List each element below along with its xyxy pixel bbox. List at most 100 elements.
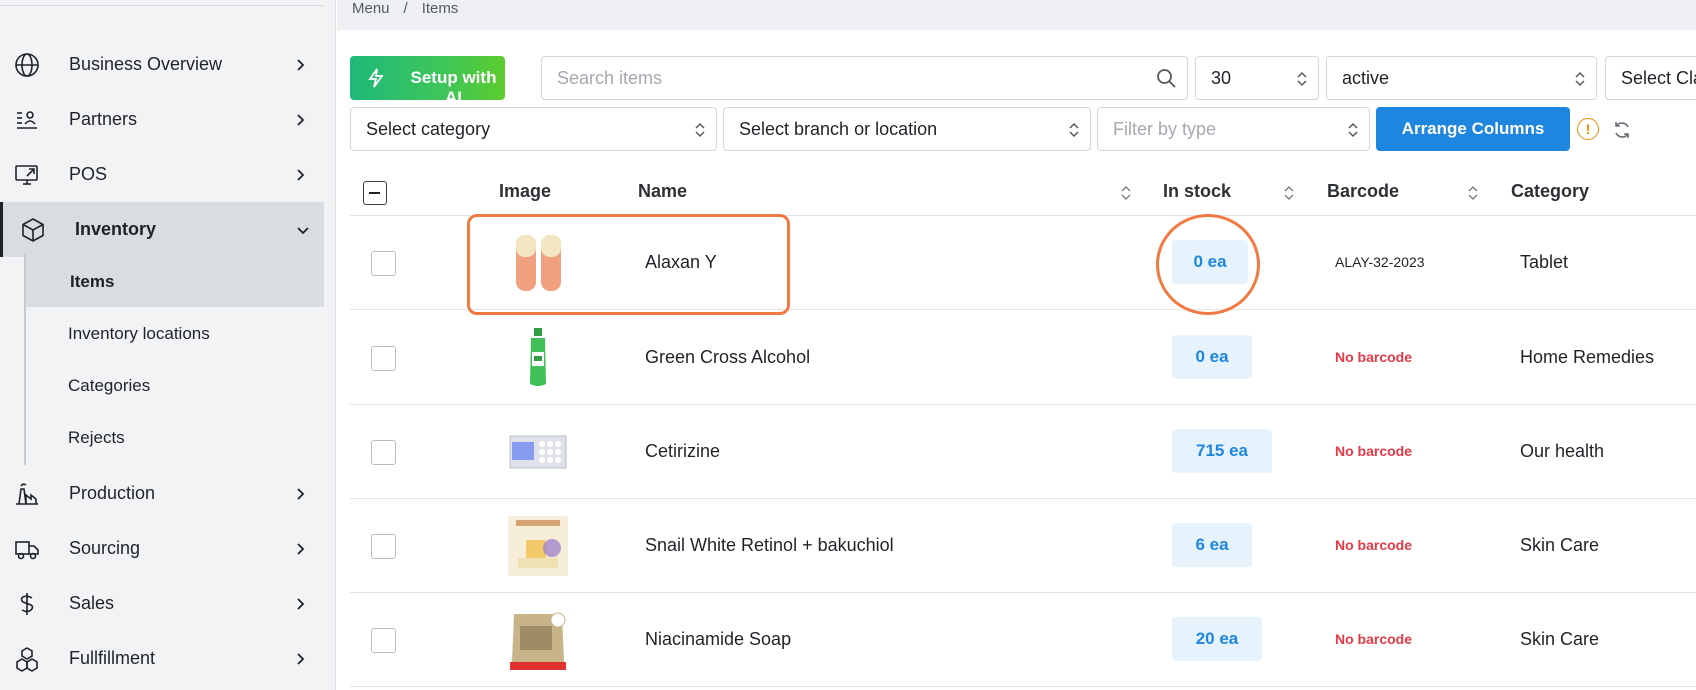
category-value: Skin Care (1520, 629, 1600, 649)
search-icon[interactable] (1156, 68, 1176, 88)
category-select-value: Select category (366, 118, 491, 139)
product-image[interactable] (506, 231, 570, 295)
table-row[interactable]: Green Cross Alcohol 0 ea No barcode Home… (350, 311, 1696, 405)
select-arrows-icon (694, 121, 706, 139)
table-header: Image Name In stock Barcode Category (350, 168, 1696, 216)
dollar-icon (14, 591, 40, 617)
sort-icon[interactable] (1467, 184, 1479, 202)
category-value: Skin Care (1520, 535, 1600, 555)
table-row[interactable]: Alaxan Y 0 ea ALAY-32-2023 Tablet (350, 216, 1696, 310)
item-name[interactable]: Alaxan Y (645, 252, 717, 273)
sidebar-item-fullfillment[interactable]: Fullfillment (0, 631, 324, 686)
product-image[interactable] (506, 608, 570, 672)
product-image[interactable] (506, 326, 570, 390)
sort-icon[interactable] (1283, 184, 1295, 202)
sidebar-subitem-rejects[interactable]: Rejects (26, 413, 324, 463)
row-checkbox[interactable] (371, 628, 396, 653)
sidebar-item-label: Production (69, 483, 156, 503)
select-arrows-icon (1068, 121, 1080, 139)
sidebar-item-label: Sourcing (69, 538, 141, 558)
box-icon (20, 217, 46, 243)
product-image[interactable] (506, 514, 570, 578)
row-checkbox[interactable] (371, 534, 396, 559)
refresh-icon[interactable] (1612, 120, 1632, 140)
category-select[interactable]: Select category (350, 107, 717, 151)
sidebar-item-partners[interactable]: Partners (0, 92, 324, 147)
table-row[interactable]: Cetirizine 715 ea No barcode Our health (350, 405, 1696, 499)
sidebar-subitem-label: Inventory locations (68, 324, 210, 343)
class-select[interactable]: Select Cla (1605, 56, 1696, 100)
column-header-barcode[interactable]: Barcode (1327, 181, 1399, 202)
status-value: active (1342, 67, 1390, 88)
sidebar-item-inventory[interactable]: Inventory (0, 202, 324, 257)
chevron-right-icon (292, 57, 308, 73)
sidebar-item-production[interactable]: Production (0, 466, 324, 521)
table-row[interactable]: Niacinamide Soap 20 ea No barcode Skin C… (350, 593, 1696, 687)
sidebar-subitem-inventory-locations[interactable]: Inventory locations (26, 309, 324, 359)
branch-location-select[interactable]: Select branch or location (723, 107, 1091, 151)
arrange-columns-button[interactable]: Arrange Columns (1376, 107, 1570, 151)
category-value: Home Remedies (1520, 347, 1655, 367)
row-checkbox[interactable] (371, 440, 396, 465)
row-checkbox[interactable] (371, 251, 396, 276)
column-header-image: Image (499, 181, 552, 201)
sidebar: Business Overview Partners POS Inventory… (0, 0, 336, 690)
type-filter-select[interactable]: Filter by type (1097, 107, 1370, 151)
lightning-icon (366, 68, 386, 88)
sidebar-item-label: Fullfillment (69, 648, 156, 668)
page-size-value: 30 (1211, 67, 1232, 88)
select-arrows-icon (1347, 121, 1359, 139)
status-select[interactable]: active (1326, 56, 1597, 100)
sidebar-item-sales[interactable]: Sales (0, 576, 324, 631)
class-select-value: Select Cla (1621, 67, 1696, 88)
barcode-value: No barcode (1335, 537, 1413, 553)
category-value: Our health (1520, 441, 1605, 461)
table-row[interactable]: Snail White Retinol + bakuchiol 6 ea No … (350, 499, 1696, 593)
setup-with-ai-label: Setup with AI (410, 68, 497, 107)
boxes-icon (14, 646, 40, 672)
warning-icon[interactable]: ! (1577, 118, 1599, 140)
sidebar-item-pos[interactable]: POS (0, 147, 324, 202)
item-name[interactable]: Snail White Retinol + bakuchiol (645, 535, 894, 556)
sidebar-subitem-categories[interactable]: Categories (26, 361, 324, 411)
select-all-checkbox[interactable] (363, 181, 387, 205)
stock-badge: 20 ea (1172, 617, 1262, 661)
stock-badge: 0 ea (1172, 335, 1252, 379)
sidebar-item-sourcing[interactable]: Sourcing (0, 521, 324, 576)
sidebar-item-business-overview[interactable]: Business Overview (0, 37, 324, 92)
search-input[interactable] (541, 56, 1188, 100)
chevron-right-icon (292, 112, 308, 128)
sort-icon[interactable] (1120, 184, 1132, 202)
sidebar-item-label: Partners (69, 109, 138, 129)
breadcrumb-menu[interactable]: Menu (352, 0, 390, 17)
sidebar-item-label: POS (69, 164, 108, 184)
monitor-icon (14, 162, 40, 188)
column-header-name[interactable]: Name (638, 181, 687, 202)
chevron-right-icon (292, 596, 308, 612)
item-name[interactable]: Green Cross Alcohol (645, 347, 810, 368)
sidebar-item-label: Inventory (75, 219, 157, 239)
sidebar-item-label: Business Overview (69, 54, 223, 74)
branch-select-value: Select branch or location (739, 118, 938, 139)
barcode-value: No barcode (1335, 349, 1413, 365)
chevron-right-icon (292, 167, 308, 183)
breadcrumb-bar (337, 0, 1696, 30)
breadcrumb-separator: / (403, 0, 408, 17)
item-name[interactable]: Cetirizine (645, 441, 720, 462)
sidebar-subitem-label: Categories (68, 376, 151, 395)
stock-badge: 6 ea (1172, 523, 1252, 567)
sidebar-subitem-label: Items (70, 272, 115, 291)
sidebar-subitem-items[interactable]: Items (26, 257, 324, 307)
product-image[interactable] (506, 420, 570, 484)
stock-badge: 715 ea (1172, 429, 1272, 473)
breadcrumb-items: Items (421, 0, 459, 17)
page-size-select[interactable]: 30 (1195, 56, 1319, 100)
item-name[interactable]: Niacinamide Soap (645, 629, 791, 650)
column-header-category[interactable]: Category (1511, 181, 1589, 202)
barcode-value: No barcode (1335, 631, 1413, 647)
sidebar-item-label: Sales (69, 593, 115, 613)
setup-with-ai-button[interactable]: Setup with AI (350, 56, 505, 107)
column-header-in-stock[interactable]: In stock (1163, 181, 1231, 202)
sidebar-divider (0, 5, 324, 6)
row-checkbox[interactable] (371, 346, 396, 371)
